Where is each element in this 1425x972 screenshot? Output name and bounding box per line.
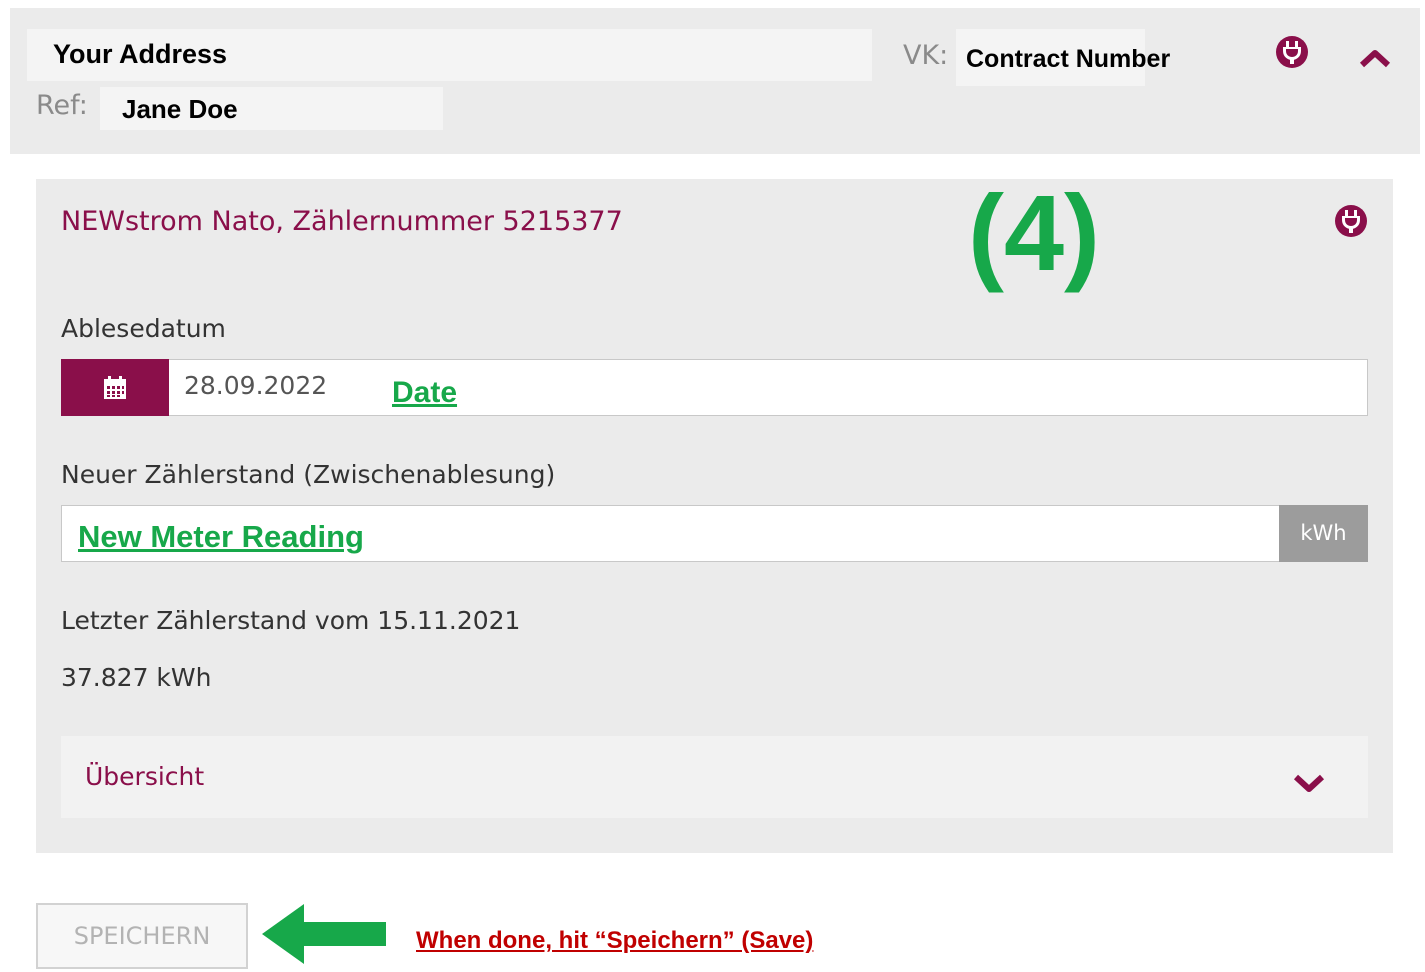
meter-title: NEWstrom Nato, Zählernummer 5215377 [61,206,623,237]
customer-name: Jane Doe [100,87,443,130]
contract-number: Contract Number [956,29,1170,86]
overview-label: Übersicht [85,762,205,791]
ref-label: Ref: [36,90,88,121]
reading-date-label: Ablesedatum [61,314,226,343]
plug-icon [1334,204,1368,242]
last-reading-value: 37.827 kWh [61,663,212,692]
plug-icon [1275,35,1309,73]
chevron-down-icon[interactable] [1292,771,1326,799]
save-annotation: When done, hit “Speichern” (Save) [416,927,814,954]
arrow-left-icon [262,904,388,968]
step-number-annotation: (4) [968,172,1100,293]
vk-label: VK: [903,40,949,71]
save-button[interactable]: SPEICHERN [36,903,248,969]
unit-suffix: kWh [1279,505,1368,562]
chevron-up-icon[interactable] [1358,46,1392,74]
last-reading-label: Letzter Zählerstand vom 15.11.2021 [61,606,521,635]
date-annotation: Date [392,376,458,409]
new-reading-label: Neuer Zählerstand (Zwischenablesung) [61,460,556,489]
new-reading-annotation: New Meter Reading [78,519,364,554]
reading-date-value: 28.09.2022 [184,371,328,400]
calendar-icon [104,376,126,399]
address-label: Your Address [27,29,872,81]
overview-toggle[interactable] [61,736,1368,818]
calendar-button[interactable] [61,359,169,416]
